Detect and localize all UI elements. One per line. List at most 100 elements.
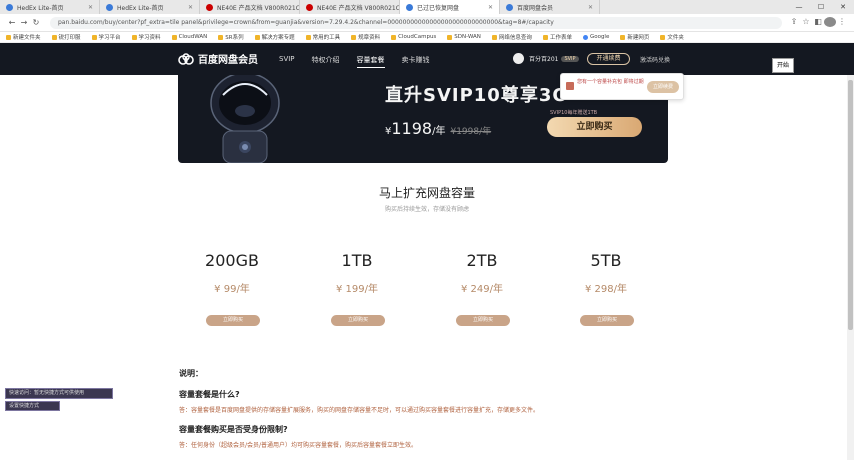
- bookmark-item[interactable]: SDN-WAN: [447, 34, 481, 40]
- plan-card-1tb: 1TB ¥ 199/年 立即购买: [317, 251, 397, 326]
- plan-buy-button[interactable]: 立即购买: [456, 315, 510, 326]
- address-actions: ⇪ ☆ ◧ ⋮: [788, 16, 848, 29]
- bookmark-item[interactable]: CloudCampus: [391, 34, 436, 40]
- favicon-icon: [106, 3, 113, 11]
- folder-icon: [51, 34, 57, 40]
- bookmark-item[interactable]: 文件夹: [660, 33, 684, 41]
- main-nav: SVIP 特权介绍 容量套餐 卖卡赚钱: [279, 55, 447, 68]
- bookmark-item[interactable]: CloudWAN: [171, 34, 207, 40]
- bookmark-item[interactable]: 规章资料: [351, 33, 380, 41]
- page-scrollbar-thumb[interactable]: [848, 80, 853, 330]
- browser-tab[interactable]: NE40E 产品文档 V800R021C1✕: [200, 0, 300, 14]
- section-title: 马上扩充网盘容量: [378, 186, 475, 200]
- tab-title: 已过已恢复网盘: [417, 4, 460, 12]
- plan-buy-button[interactable]: 立即购买: [206, 315, 260, 326]
- back-icon[interactable]: ←: [6, 18, 18, 27]
- url-input[interactable]: pan.baidu.com/buy/center?pf_extra=tile p…: [50, 16, 782, 29]
- folder-icon: [131, 34, 137, 40]
- close-icon[interactable]: ✕: [488, 4, 493, 11]
- shortcut-overlay[interactable]: 设置快捷方式: [5, 401, 60, 411]
- buy-now-button[interactable]: 立即购买: [547, 117, 642, 137]
- plan-price: ¥ 199/年: [336, 284, 378, 295]
- share-icon[interactable]: ⇪: [788, 17, 800, 29]
- bookmark-item[interactable]: 新建文件夹: [6, 33, 41, 41]
- bookmark-item[interactable]: 网络信息查询: [491, 33, 532, 41]
- folder-icon: [660, 34, 666, 40]
- browser-tab[interactable]: 百度网盘会员 ✕: [500, 0, 600, 14]
- bookmark-item[interactable]: 工作表单: [542, 33, 572, 41]
- popup-renew-button[interactable]: 立即续费: [647, 81, 679, 93]
- menu-icon[interactable]: ⋮: [836, 17, 848, 29]
- close-icon[interactable]: ✕: [88, 4, 93, 11]
- folder-icon: [491, 34, 497, 40]
- user-info[interactable]: 百分百201 SVIP: [513, 53, 579, 64]
- quick-access-overlay[interactable]: 快速访问：暂无快捷方式可供使用: [5, 388, 113, 399]
- username: 百分百201: [529, 56, 559, 63]
- folder-icon: [218, 34, 224, 40]
- profile-avatar[interactable]: [824, 16, 836, 29]
- tab-title: HedEx Lite-首页: [117, 4, 164, 12]
- nav-privileges[interactable]: 特权介绍: [312, 55, 340, 68]
- folder-icon: [542, 34, 548, 40]
- faq-question: 容量套餐是什么?: [179, 390, 240, 399]
- window-controls: — ☐ ✕: [788, 0, 854, 14]
- nav-svip[interactable]: SVIP: [279, 55, 295, 68]
- reload-icon[interactable]: ↻: [30, 18, 42, 27]
- plan-buy-button[interactable]: 立即购买: [331, 315, 385, 326]
- plan-size: 5TB: [590, 251, 622, 270]
- bookmark-item[interactable]: 解决方案专题: [254, 33, 295, 41]
- bookmark-item[interactable]: Google: [582, 34, 609, 40]
- browser-tab[interactable]: HedEx Lite-首页 ✕: [0, 0, 100, 14]
- close-icon[interactable]: ✕: [188, 4, 193, 11]
- notes-label: 说明：: [179, 369, 203, 378]
- favicon-icon: [206, 3, 213, 11]
- folder-icon: [91, 34, 97, 40]
- maximize-icon[interactable]: ☐: [810, 0, 832, 14]
- plan-card-5tb: 5TB ¥ 298/年 立即购买: [566, 251, 646, 326]
- minimize-icon[interactable]: —: [788, 0, 810, 14]
- site-header: 百度网盘会员 SVIP 特权介绍 容量套餐 卖卡赚钱 百分百201 SVIP 开…: [0, 43, 854, 75]
- tab-title: 百度网盘会员: [517, 4, 554, 12]
- banner-old-price: ¥1998/年: [450, 127, 492, 137]
- nav-capacity[interactable]: 容量套餐: [356, 55, 385, 68]
- browser-tab-active[interactable]: 已过已恢复网盘 ✕: [400, 0, 500, 14]
- bookmark-item[interactable]: 学习平台: [91, 33, 121, 41]
- tab-title: NE40E 产品文档 V800R021C1: [317, 4, 400, 12]
- gift-icon: [566, 82, 574, 90]
- favicon-icon: [6, 3, 13, 11]
- bookmark-item[interactable]: 锐打印服: [51, 33, 81, 41]
- bookmark-item[interactable]: 学习资料: [131, 33, 161, 41]
- browser-tab[interactable]: NE40E 产品文档 V800R021C1✕: [300, 0, 400, 14]
- plan-price: ¥ 298/年: [585, 284, 627, 295]
- redeem-link[interactable]: 激活码兑换: [640, 55, 670, 64]
- bookmark-item[interactable]: 常用的工具: [305, 33, 340, 41]
- faq-answer: 答：任何身份（超级会员/会员/普通用户）均可购买容量套餐，购买后容量套餐立即生效…: [179, 442, 418, 449]
- nav-sell-cards[interactable]: 卖卡赚钱: [402, 55, 430, 68]
- bookmark-item[interactable]: 新建网页: [620, 33, 649, 41]
- folder-icon: [447, 34, 453, 40]
- renew-button[interactable]: 开通续费: [587, 53, 630, 65]
- user-avatar[interactable]: [513, 53, 524, 64]
- faq-question: 容量套餐购买是否受身份限制?: [179, 425, 288, 434]
- folder-icon: [171, 34, 177, 40]
- close-window-icon[interactable]: ✕: [832, 0, 854, 14]
- open-button[interactable]: 开始: [772, 58, 794, 73]
- banner-headline: 直升SVIP10尊享3O: [385, 85, 569, 106]
- plan-buy-button[interactable]: 立即购买: [580, 315, 634, 326]
- popup-text: 您有一个容量补充包 即将过期: [577, 79, 644, 85]
- forward-icon[interactable]: →: [18, 18, 30, 27]
- close-icon[interactable]: ✕: [588, 4, 593, 11]
- tab-title: NE40E 产品文档 V800R021C1: [217, 4, 300, 12]
- tab-title: HedEx Lite-首页: [17, 4, 64, 12]
- brand-logo[interactable]: 百度网盘会员: [178, 51, 258, 66]
- bookmark-item[interactable]: SR系列: [218, 33, 244, 41]
- folder-icon: [391, 34, 397, 40]
- star-icon[interactable]: ☆: [800, 17, 812, 29]
- plan-price: ¥ 249/年: [461, 284, 503, 295]
- plan-card-200gb: 200GB ¥ 99/年 立即购买: [192, 251, 272, 326]
- plan-size: 200GB: [205, 251, 259, 270]
- banner-price: ¥1198/年 ¥1998/年: [385, 119, 492, 138]
- extensions-icon[interactable]: ◧: [812, 17, 824, 29]
- browser-tab[interactable]: HedEx Lite-首页 ✕: [100, 0, 200, 14]
- brand-name: 百度网盘会员: [198, 55, 258, 66]
